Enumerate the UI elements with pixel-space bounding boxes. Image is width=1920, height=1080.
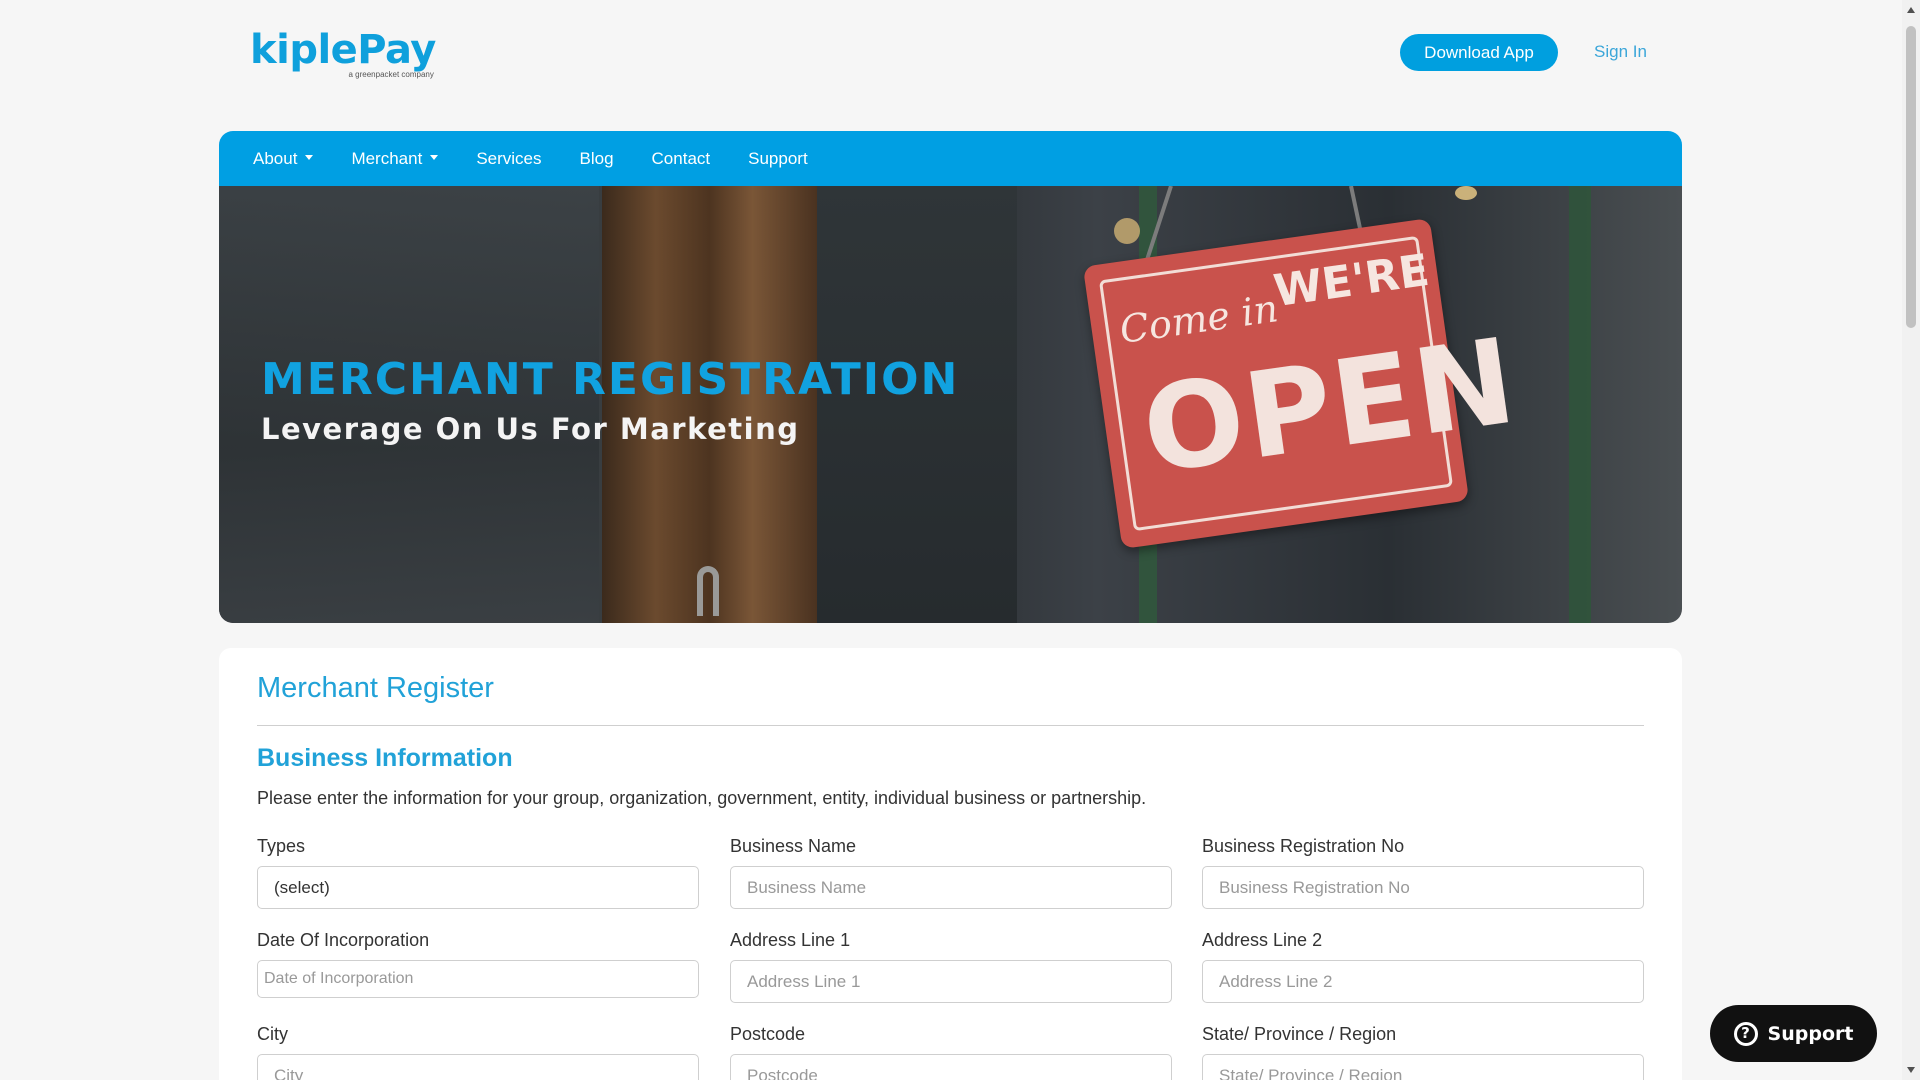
- nav-item-label: About: [253, 148, 298, 168]
- field-state-province-region: State/ Province / Region State/ Province…: [1202, 1024, 1644, 1080]
- nav-item-blog[interactable]: Blog: [580, 149, 614, 169]
- bokeh-light: [1114, 218, 1140, 244]
- page-title: Merchant Register: [257, 672, 494, 704]
- merchant-register-form: Merchant Register Business Information P…: [219, 648, 1682, 1080]
- field-label: City: [257, 1024, 288, 1044]
- support-label: Support: [1767, 1022, 1854, 1045]
- field-label: Address Line 1: [730, 930, 851, 950]
- business-name-input[interactable]: Business Name: [730, 866, 1172, 909]
- download-app-button[interactable]: Download App: [1400, 34, 1558, 71]
- site-header: kiplePay a greenpacket company Download …: [0, 0, 1898, 130]
- banner-subtitle: Leverage On Us For Marketing: [261, 412, 800, 446]
- sign-in-link[interactable]: Sign In: [1594, 42, 1647, 62]
- nav-item-label: Merchant: [351, 148, 423, 168]
- city-input[interactable]: City: [257, 1054, 699, 1080]
- banner-title: MERCHANT REGISTRATION: [261, 354, 960, 405]
- logo-subtext: a greenpacket company: [348, 70, 434, 79]
- field-label: Address Line 2: [1202, 930, 1323, 950]
- nav-item-contact[interactable]: Contact: [652, 149, 711, 169]
- hero-banner: Come in WE'RE OPEN MERCHANT REGISTRATION…: [219, 186, 1682, 623]
- address-line-2-input[interactable]: Address Line 2: [1202, 960, 1644, 1003]
- address-line-1-input[interactable]: Address Line 1: [730, 960, 1172, 1003]
- field-label: Business Registration No: [1202, 836, 1405, 856]
- field-business-name: Business Name Business Name: [730, 836, 1172, 909]
- state-province-region-input[interactable]: State/ Province / Region: [1202, 1054, 1644, 1080]
- nav-item-label: Support: [748, 148, 808, 168]
- field-postcode: Postcode Postcode: [730, 1024, 1172, 1080]
- nav-item-services[interactable]: Services: [476, 149, 541, 169]
- nav-item-label: Blog: [579, 148, 614, 168]
- nav-item-label: Contact: [651, 148, 711, 168]
- bokeh-light: [1455, 186, 1477, 200]
- field-label: Postcode: [730, 1024, 806, 1044]
- green-pillar: [1569, 186, 1591, 623]
- door-handle: [697, 566, 719, 616]
- support-widget-button[interactable]: ? Support: [1710, 1005, 1877, 1062]
- question-circle-icon: ?: [1733, 1021, 1758, 1046]
- open-sign: Come in WE'RE OPEN: [1082, 218, 1525, 549]
- kiplepay-logo[interactable]: kiplePay a greenpacket company: [250, 28, 436, 79]
- page-scrollbar[interactable]: [1902, 0, 1920, 1080]
- types-select[interactable]: (select): [257, 866, 699, 909]
- field-label: Types: [257, 836, 306, 856]
- field-date-of-incorporation: Date Of Incorporation Date of Incorporat…: [257, 930, 699, 998]
- business-registration-input[interactable]: Business Registration No: [1202, 866, 1644, 909]
- scrollbar-thumb[interactable]: [1906, 26, 1916, 328]
- postcode-input[interactable]: Postcode: [730, 1054, 1172, 1080]
- field-types: Types (select): [257, 836, 699, 909]
- field-label: Date Of Incorporation: [257, 930, 430, 950]
- nav-item-support[interactable]: Support: [748, 149, 808, 169]
- field-address-line-1: Address Line 1 Address Line 1: [730, 930, 1172, 1003]
- field-label: Business Name: [730, 836, 857, 856]
- scroll-up-arrow-icon[interactable]: [1907, 7, 1915, 13]
- field-label: State/ Province / Region: [1202, 1024, 1397, 1044]
- divider: [257, 725, 1644, 726]
- nav-item-about[interactable]: About: [253, 148, 314, 169]
- field-business-registration-no: Business Registration No Business Regist…: [1202, 836, 1644, 909]
- logo-text: kiplePay: [250, 27, 436, 73]
- section-title: Business Information: [257, 744, 513, 772]
- field-city: City City: [257, 1024, 699, 1080]
- nav-item-merchant[interactable]: Merchant: [351, 148, 439, 169]
- main-nav: About Merchant Services Blog Contact Sup…: [219, 131, 1682, 186]
- date-of-incorporation-input[interactable]: Date of Incorporation: [257, 960, 699, 998]
- section-description: Please enter the information for your gr…: [257, 788, 1147, 808]
- scroll-down-arrow-icon[interactable]: [1907, 1067, 1915, 1073]
- field-address-line-2: Address Line 2 Address Line 2: [1202, 930, 1644, 1003]
- nav-item-label: Services: [476, 148, 542, 168]
- caret-down-icon: [430, 155, 439, 160]
- caret-down-icon: [305, 155, 314, 160]
